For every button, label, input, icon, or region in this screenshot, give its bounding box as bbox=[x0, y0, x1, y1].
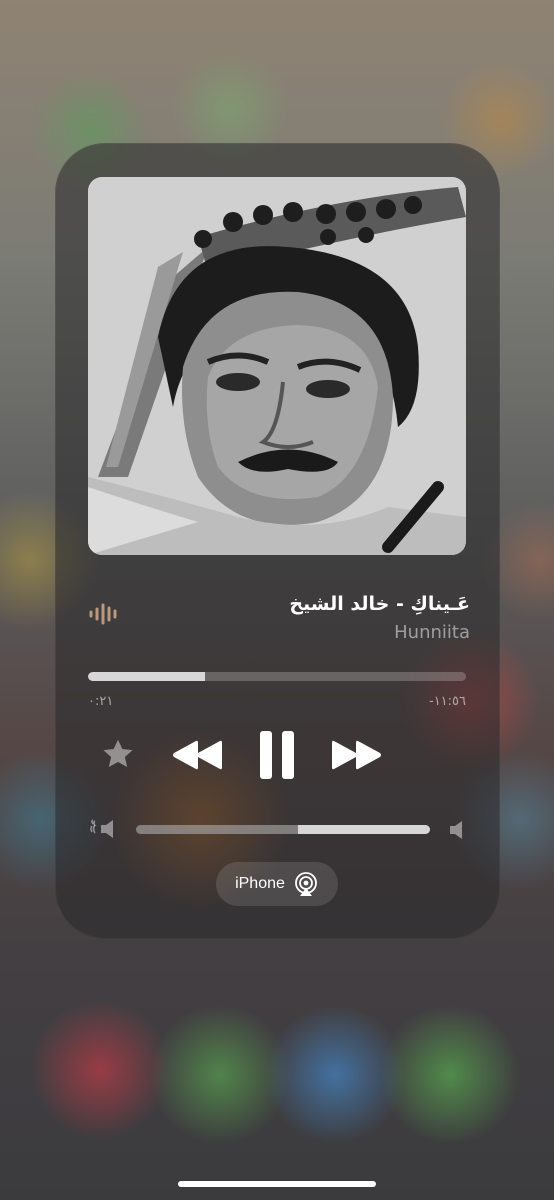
volume-min-button bbox=[89, 817, 119, 841]
star-icon bbox=[103, 739, 133, 768]
playback-scrubber[interactable] bbox=[88, 672, 466, 681]
now-playing-card: عَـيناكِ - خالد الشيخ Hunniita ٠:٢١ -١١:… bbox=[55, 143, 500, 939]
pause-icon bbox=[260, 731, 294, 779]
speaker-low-icon bbox=[90, 819, 113, 838]
favorite-button[interactable] bbox=[99, 735, 137, 773]
artist-name[interactable]: Hunniita bbox=[394, 622, 470, 643]
volume-slider[interactable] bbox=[136, 825, 430, 834]
rewind-button[interactable] bbox=[169, 733, 225, 777]
play-pause-button[interactable] bbox=[255, 728, 299, 782]
remaining-time: -١١:٥٦ bbox=[428, 694, 466, 709]
fast-forward-icon bbox=[332, 740, 381, 770]
output-device-button[interactable]: iPhone bbox=[216, 862, 338, 906]
audio-waveform-icon bbox=[89, 603, 117, 625]
volume-level-fill bbox=[136, 825, 298, 834]
home-indicator[interactable] bbox=[178, 1181, 376, 1187]
volume-remaining bbox=[297, 825, 430, 834]
airplay-icon bbox=[295, 872, 317, 896]
elapsed-time: ٠:٢١ bbox=[88, 694, 114, 709]
volume-max-button bbox=[447, 819, 469, 841]
output-device-label: iPhone bbox=[235, 875, 285, 892]
album-artwork[interactable] bbox=[88, 177, 466, 555]
playback-progress-fill bbox=[88, 672, 206, 681]
speaker-high-icon bbox=[450, 821, 462, 839]
rewind-icon bbox=[173, 740, 222, 770]
fast-forward-button[interactable] bbox=[329, 733, 385, 777]
song-title: عَـيناكِ - خالد الشيخ bbox=[289, 593, 470, 615]
